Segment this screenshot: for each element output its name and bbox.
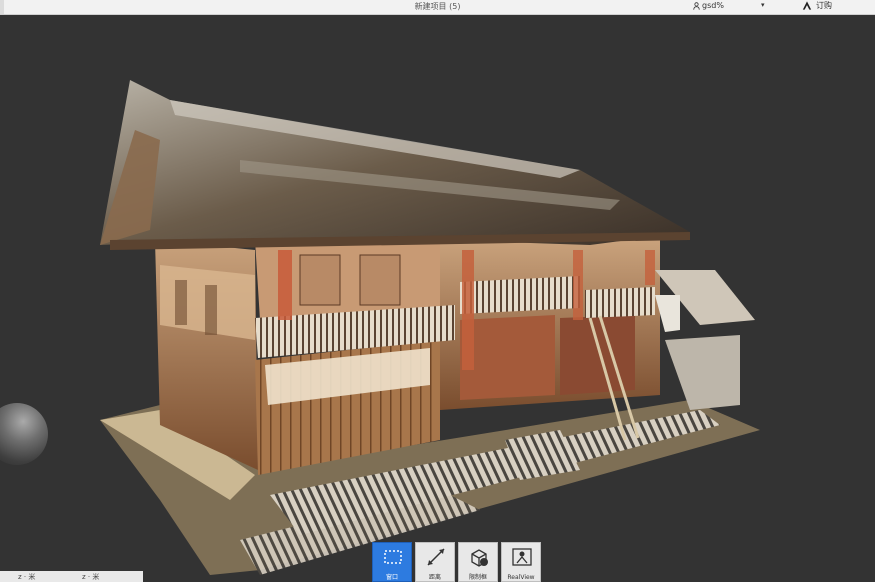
window-select-button[interactable]: 窗口	[372, 542, 412, 582]
status-left: z · 米	[18, 573, 36, 581]
realview-label: RealView	[507, 574, 535, 581]
user-icon	[693, 1, 700, 10]
autodesk-logo-icon	[802, 1, 812, 10]
measure-distance-icon	[427, 548, 445, 566]
subscribe-label: 订购	[816, 1, 832, 10]
status-bar: z · 米 z · 米	[0, 571, 143, 582]
realview-button[interactable]: RealView	[501, 542, 541, 582]
title-bar: 新建项目 (5) gsd% ▾ 订购	[0, 0, 875, 15]
window-select-label: 窗口	[385, 574, 398, 581]
bottom-toolbar: 窗口 距离 限制框 RealView	[372, 542, 541, 582]
status-right: z · 米	[82, 573, 100, 581]
limit-box-button[interactable]: 限制框	[458, 542, 498, 582]
user-menu[interactable]: gsd%	[693, 1, 724, 10]
measure-distance-button[interactable]: 距离	[415, 542, 455, 582]
3d-viewport[interactable]	[0, 15, 875, 582]
selection-window-icon	[384, 550, 402, 564]
window-title: 新建项目 (5)	[414, 2, 461, 11]
subscribe-button[interactable]: 订购	[802, 0, 832, 11]
point-cloud-house	[100, 80, 760, 575]
limit-box-label: 限制框	[468, 574, 487, 581]
limit-box-icon	[471, 549, 488, 567]
user-name: gsd%	[702, 1, 724, 10]
user-dropdown[interactable]: ▾	[761, 1, 765, 9]
realview-icon	[512, 548, 532, 566]
measure-distance-label: 距离	[428, 574, 441, 581]
